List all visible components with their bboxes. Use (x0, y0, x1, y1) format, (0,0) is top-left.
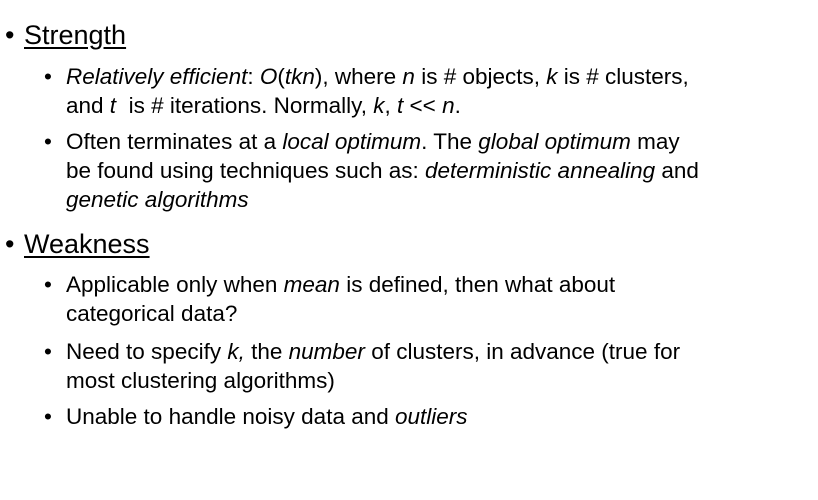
text-line: Relatively efficient: O(tkn), where n is… (66, 62, 811, 91)
item-text: Often terminates at a local optimum. The… (66, 127, 811, 214)
section-heading-weakness: Weakness (24, 229, 150, 259)
item-text: Relatively efficient: O(tkn), where n is… (66, 62, 811, 120)
text-run: is # objects, (414, 64, 547, 89)
text-run: ( (277, 64, 285, 89)
text-run: n (442, 93, 455, 118)
item-text: Unable to handle noisy data and outliers (66, 402, 811, 431)
text-run: is defined, then what about (339, 272, 616, 297)
text-run: << (403, 93, 443, 118)
item-text: Applicable only when mean is defined, th… (66, 270, 811, 328)
text-line: Applicable only when mean is defined, th… (66, 270, 811, 299)
text-run: k, (227, 339, 245, 364)
text-run: the (244, 339, 289, 364)
text-run: of clusters, in advance (true for (364, 339, 681, 364)
text-run: , (384, 93, 397, 118)
text-run: most clustering algorithms) (66, 368, 335, 393)
text-run: tkn (284, 64, 315, 89)
text-line: most clustering algorithms) (66, 366, 811, 395)
text-run: mean (283, 272, 340, 297)
text-run: outliers (395, 404, 468, 429)
text-run: be found using techniques such as: (66, 158, 426, 183)
text-run: is # iterations. Normally, (116, 93, 374, 118)
text-run: genetic algorithms (66, 187, 249, 212)
text-run: k (546, 64, 558, 89)
text-run: Often terminates at a (66, 129, 283, 154)
bullet-icon: • (44, 272, 52, 297)
text-run: deterministic annealing (425, 158, 656, 183)
text-run: n (402, 64, 415, 89)
text-run: ), where (314, 64, 403, 89)
section-heading-strength: Strength (24, 20, 127, 50)
text-line: Unable to handle noisy data and outliers (66, 402, 811, 431)
text-run: Relatively efficient (66, 64, 248, 89)
text-run: Unable to handle noisy data and (66, 404, 395, 429)
bullet-icon: • (44, 339, 52, 364)
text-run: and (655, 158, 699, 183)
text-run: k (373, 93, 385, 118)
item-text: Need to specify k, the number of cluster… (66, 337, 811, 395)
text-run: : (247, 64, 260, 89)
text-run: . (454, 93, 461, 118)
text-run: number (288, 339, 365, 364)
text-run: and (66, 93, 110, 118)
text-run: is # clusters, (557, 64, 689, 89)
text-run: may (630, 129, 680, 154)
text-line: categorical data? (66, 299, 811, 328)
bullet-icon: • (44, 129, 52, 154)
text-run: . The (421, 129, 479, 154)
bullet-icon: • (5, 229, 15, 259)
bullet-icon: • (44, 404, 52, 429)
bullet-icon: • (44, 64, 52, 89)
text-run: O (259, 64, 278, 89)
text-run: local optimum (282, 129, 422, 154)
text-line: Need to specify k, the number of cluster… (66, 337, 811, 366)
text-run: categorical data? (66, 301, 238, 326)
text-run: Need to specify (66, 339, 228, 364)
slide: • Strength • Relatively efficient: O(tkn… (0, 0, 818, 500)
text-line: and t is # iterations. Normally, k, t <<… (66, 91, 811, 120)
text-line: Often terminates at a local optimum. The… (66, 127, 811, 156)
text-run: global optimum (478, 129, 631, 154)
text-run: Applicable only when (66, 272, 284, 297)
bullet-icon: • (5, 20, 15, 50)
text-line: genetic algorithms (66, 185, 811, 214)
text-line: be found using techniques such as: deter… (66, 156, 811, 185)
